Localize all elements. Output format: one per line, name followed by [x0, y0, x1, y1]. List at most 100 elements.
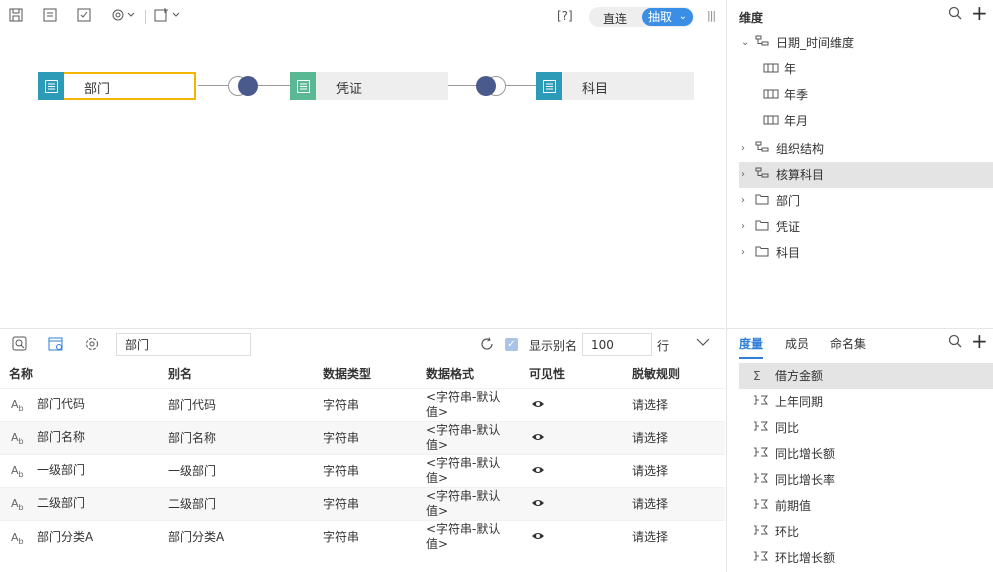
search-icon[interactable] [948, 334, 962, 352]
field-format-cell[interactable]: <字符串-默认 值> [417, 420, 520, 454]
save-icon[interactable] [7, 8, 25, 26]
settings-dropdown-icon[interactable] [109, 8, 139, 26]
mask-rule-cell[interactable]: 请选择 [623, 420, 725, 454]
field-format-cell[interactable]: <字符串-默认 值> [417, 387, 520, 421]
mask-rule-cell[interactable]: 请选择 [623, 486, 725, 520]
measure-item[interactable]: 上年同期 [739, 389, 993, 415]
chevron-right-icon[interactable]: › [741, 162, 745, 188]
format-line: <字符串-默认 [426, 521, 501, 536]
connection-mode-toggle[interactable]: 直连 抽取 ⌄ [589, 7, 694, 27]
mask-rule-cell[interactable]: 请选择 [623, 519, 725, 553]
preview-icon[interactable] [11, 336, 29, 354]
mask-rule-cell[interactable]: 请选择 [623, 453, 725, 487]
search-icon[interactable] [948, 6, 962, 24]
measure-item[interactable]: 前期值 [739, 493, 993, 519]
table-row[interactable]: Ab 部门分类A 部门分类A 字符串 <字符串-默认 值> 请选择 [0, 519, 725, 553]
table-row[interactable]: Ab 部门代码 部门代码 字符串 <字符串-默认 值> 请选择 [0, 387, 725, 421]
measure-item[interactable]: 同比增长额 [739, 441, 993, 467]
tree-item-year-month[interactable]: 年月 [739, 108, 993, 134]
field-type-cell[interactable]: 字符串 [314, 519, 417, 553]
visibility-cell[interactable] [520, 420, 623, 454]
row-limit-input[interactable] [582, 333, 652, 356]
table-icon [536, 72, 562, 100]
eye-icon[interactable] [531, 398, 545, 412]
field-type-cell[interactable]: 字符串 [314, 420, 417, 454]
chevron-right-icon[interactable]: › [741, 188, 745, 214]
format-line: <字符串-默认 [426, 488, 501, 503]
table-row[interactable]: Ab 部门名称 部门名称 字符串 <字符串-默认 值> 请选择 [0, 420, 725, 454]
chevron-down-icon[interactable]: ⌄ [741, 30, 749, 56]
save-as-icon[interactable] [41, 8, 59, 26]
tree-item-date-dimension[interactable]: ⌄ 日期_时间维度 [739, 30, 993, 56]
add-dimension-icon[interactable]: + [971, 2, 988, 24]
table-settings-icon[interactable] [47, 336, 65, 354]
field-type-cell[interactable]: 字符串 [314, 387, 417, 421]
table-node-department[interactable]: 部门 [38, 72, 196, 100]
sum-icon: Σ [753, 369, 761, 383]
add-node-dropdown-icon[interactable] [153, 8, 183, 26]
node-label: 部门 [84, 82, 111, 97]
tree-item-year[interactable]: 年 [739, 56, 993, 82]
canvas-toolbar: [?] 直连 抽取 ⌄ ||| [0, 0, 725, 34]
panel-handle-icon[interactable]: ||| [707, 9, 716, 22]
field-name: 一级部门 [37, 463, 86, 478]
show-alias-checkbox[interactable]: ✓ [505, 338, 518, 351]
tree-item-accounting-subject[interactable]: › 核算科目 [739, 162, 993, 188]
date-icon [763, 56, 779, 82]
help-button[interactable]: [?] [557, 9, 573, 23]
field-alias-cell[interactable]: 部门名称 [159, 420, 314, 454]
tree-item-org-structure[interactable]: › 组织结构 [739, 136, 993, 162]
tab-measures[interactable]: 度量 [739, 335, 764, 359]
field-search-input[interactable] [116, 333, 251, 356]
chevron-right-icon[interactable]: › [741, 240, 745, 266]
eye-icon[interactable] [531, 497, 545, 511]
gear-icon[interactable] [83, 336, 101, 354]
table-node-voucher[interactable]: 凭证 [290, 72, 448, 100]
table-row[interactable]: Ab 一级部门 一级部门 字符串 <字符串-默认 值> 请选择 [0, 453, 725, 487]
eye-icon[interactable] [531, 431, 545, 445]
tree-item-account[interactable]: › 科目 [739, 240, 993, 266]
field-format-cell[interactable]: <字符串-默认 值> [417, 519, 520, 553]
collapse-panel-icon[interactable] [695, 335, 711, 353]
field-type-cell[interactable]: 字符串 [314, 486, 417, 520]
join-icon[interactable] [476, 76, 506, 96]
tree-item-voucher[interactable]: › 凭证 [739, 214, 993, 240]
string-type-icon: Ab [11, 464, 24, 480]
tree-item-year-quarter[interactable]: 年季 [739, 82, 993, 108]
visibility-cell[interactable] [520, 519, 623, 553]
add-measure-icon[interactable]: + [971, 330, 988, 352]
visibility-cell[interactable] [520, 387, 623, 421]
mask-rule-cell[interactable]: 请选择 [623, 387, 725, 421]
table-node-account[interactable]: 科目 [536, 72, 694, 100]
edit-icon[interactable] [75, 8, 93, 26]
field-type-cell[interactable]: 字符串 [314, 453, 417, 487]
field-alias-cell[interactable]: 一级部门 [159, 453, 314, 487]
refresh-icon[interactable] [478, 336, 496, 354]
measure-item[interactable]: 同比增长率 [739, 467, 993, 493]
tab-named-sets[interactable]: 命名集 [830, 335, 866, 352]
field-format-cell[interactable]: <字符串-默认 值> [417, 453, 520, 487]
visibility-cell[interactable] [520, 486, 623, 520]
measure-item[interactable]: 环比增长额 [739, 545, 993, 571]
tab-members[interactable]: 成员 [785, 335, 809, 352]
measure-item[interactable]: Σ 借方金额 [739, 363, 993, 389]
mode-extract-option[interactable]: 抽取 ⌄ [642, 8, 693, 26]
hierarchy-icon [755, 30, 769, 56]
field-alias-cell[interactable]: 二级部门 [159, 486, 314, 520]
chevron-right-icon[interactable]: › [741, 136, 745, 162]
table-row[interactable]: Ab 二级部门 二级部门 字符串 <字符串-默认 值> 请选择 [0, 486, 725, 520]
eye-icon[interactable] [531, 530, 545, 544]
field-alias-cell[interactable]: 部门分类A [159, 519, 314, 553]
eye-icon[interactable] [531, 464, 545, 478]
calculated-measure-icon [753, 519, 769, 545]
measure-item[interactable]: 环比 [739, 519, 993, 545]
tree-item-department[interactable]: › 部门 [739, 188, 993, 214]
join-icon[interactable] [228, 76, 258, 96]
mode-direct-option[interactable]: 直连 [603, 10, 627, 27]
field-format-cell[interactable]: <字符串-默认 值> [417, 486, 520, 520]
chevron-right-icon[interactable]: › [741, 214, 745, 240]
field-alias-cell[interactable]: 部门代码 [159, 387, 314, 421]
measure-item[interactable]: 同比 [739, 415, 993, 441]
visibility-cell[interactable] [520, 453, 623, 487]
tree-item-label: 部门 [776, 194, 801, 208]
